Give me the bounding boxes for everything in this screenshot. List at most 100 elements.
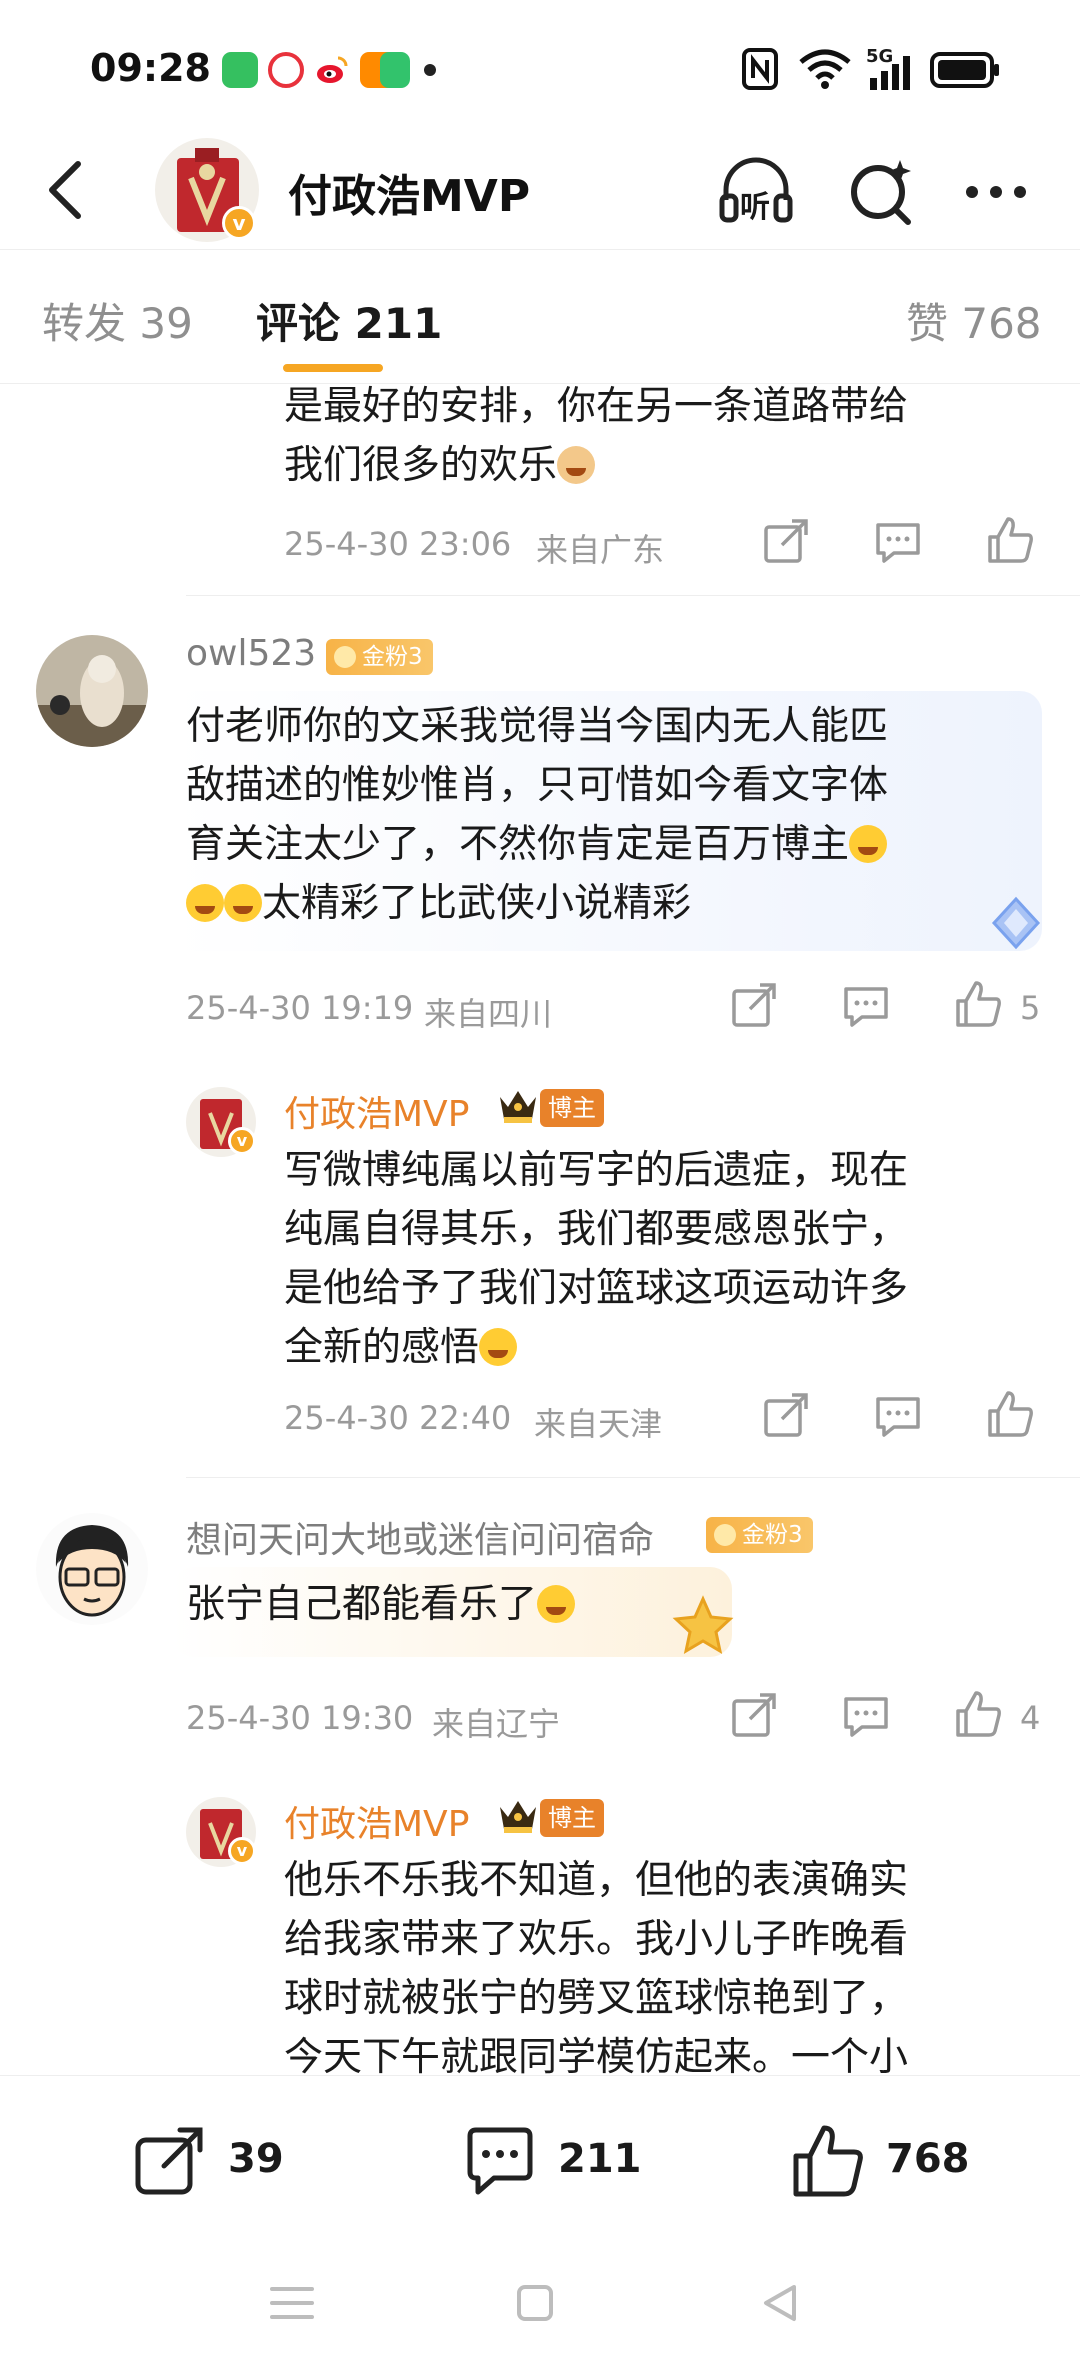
reply-icon[interactable]: [872, 515, 924, 567]
repost-icon: [135, 2127, 203, 2195]
share-icon[interactable]: [728, 979, 780, 1031]
share-icon[interactable]: [760, 1389, 812, 1441]
comment-line: 付老师你的文采我觉得当今国内无人能匹: [186, 704, 889, 749]
comment-location: 来自天津: [534, 1405, 663, 1443]
comment-text: 写微博纯属以前写字的后遗症，现在 纯属自得其乐，我们都要感恩张宁， 是他给予了我…: [284, 1141, 1044, 1377]
comment-line: 张宁自己都能看乐了: [186, 1582, 538, 1627]
comment-line: 是最好的安排，你在另一条道路带给: [284, 385, 909, 429]
back-nav-icon[interactable]: [750, 2273, 810, 2333]
comment-time: 25-4-30 23:06: [284, 525, 512, 563]
comment-text: 付老师你的文采我觉得当今国内无人能匹 敌描述的惟妙惟肖，只可惜如今看文字体 育关…: [186, 697, 1026, 933]
comment-username[interactable]: 想问天问大地或迷信问问宿命: [186, 1511, 654, 1563]
repost-count: 39: [228, 2136, 284, 2182]
crying-laugh-emoji-icon: [224, 884, 262, 922]
blogger-badge: 博主: [540, 1089, 604, 1127]
more-icon[interactable]: [956, 152, 1036, 232]
comment-line: 我们很多的欢乐: [284, 443, 558, 488]
tab-likes[interactable]: 赞 768: [906, 290, 1042, 351]
comment-time: 25-4-30 22:40: [284, 1399, 512, 1437]
system-navigation-bar: [0, 2235, 1080, 2373]
more-notifications-dot: [424, 64, 436, 76]
fan-level-badge: 金粉3: [706, 1517, 813, 1553]
comment-divider: [186, 595, 1080, 596]
comment-line: 纯属自得其乐，我们都要感恩张宁，: [284, 1207, 909, 1252]
share-icon[interactable]: [728, 1689, 780, 1741]
like-icon[interactable]: [984, 515, 1036, 567]
reply-icon[interactable]: [872, 1389, 924, 1441]
comment-line: 太精彩了比武侠小说精彩: [262, 881, 692, 926]
comment-line: 写微博纯属以前写字的后遗症，现在: [284, 1148, 909, 1193]
comment-line: 敌描述的惟妙惟肖，只可惜如今看文字体: [186, 763, 889, 808]
comment-line: 球时就被张宁的劈叉篮球惊艳到了，: [284, 1976, 909, 2021]
like-count: 5: [1020, 989, 1041, 1027]
battery-icon: [930, 52, 999, 88]
menu-icon[interactable]: [262, 2273, 322, 2333]
status-bar: 09:28 5G: [0, 0, 1080, 130]
comment-text: 他乐不乐我不知道，但他的表演确实 给我家带来了欢乐。我小儿子昨晚看 球时就被张宁…: [284, 1851, 1044, 2075]
signal-icon: [870, 56, 910, 90]
bottom-action-bar: 39 211 768: [0, 2075, 1080, 2235]
user-avatar[interactable]: [36, 1513, 148, 1625]
comment-line: 他乐不乐我不知道，但他的表演确实: [284, 1858, 909, 1903]
crying-laugh-emoji-icon: [849, 825, 888, 863]
like-icon[interactable]: [984, 1389, 1036, 1441]
comment-username[interactable]: 付政浩MVP: [284, 1795, 469, 1847]
verified-badge: v: [228, 1127, 256, 1155]
wechat-icon: [222, 52, 258, 88]
back-icon[interactable]: [36, 158, 96, 222]
user-avatar[interactable]: [36, 635, 148, 747]
comment-time: 25-4-30 19:30: [186, 1699, 414, 1737]
comment-divider: [186, 1477, 1080, 1478]
comment-button[interactable]: 211: [462, 2124, 662, 2195]
nfc-icon: [742, 48, 778, 90]
wifi-icon: [799, 49, 851, 89]
like-icon[interactable]: [952, 1689, 1004, 1741]
battery-app-icon: [380, 52, 410, 88]
comment-line: 育关注太少了，不然你肯定是百万博主: [186, 822, 850, 867]
header-title: 付政浩MVP: [288, 171, 531, 222]
comment-line: 全新的感悟: [284, 1325, 480, 1370]
like-icon[interactable]: [952, 979, 1004, 1031]
comment-username[interactable]: owl523: [186, 633, 316, 674]
like-button[interactable]: 768: [790, 2124, 990, 2197]
grinning-emoji-icon: [537, 1585, 576, 1623]
active-tab-indicator: [283, 364, 383, 372]
repost-button[interactable]: 39: [132, 2124, 292, 2195]
status-time: 09:28: [90, 46, 211, 90]
comment-time: 25-4-30 19:19: [186, 989, 414, 1027]
fan-level-badge: 金粉3: [326, 639, 433, 675]
search-icon[interactable]: [842, 152, 922, 232]
comment-list: 是最好的安排，你在另一条道路带给 我们很多的欢乐 25-4-30 23:06 来…: [0, 385, 1080, 2075]
like-count: 4: [1020, 1699, 1041, 1737]
comment-line: 是他给予了我们对篮球这项运动许多: [284, 1266, 909, 1311]
comment-location: 来自四川: [424, 995, 553, 1033]
comment-text: 张宁自己都能看乐了: [186, 1575, 1026, 1634]
crown-icon: [500, 1801, 536, 1833]
tab-bar: 转发 39 评论 211 赞 768: [0, 250, 1080, 384]
comment-location: 来自辽宁: [432, 1705, 561, 1743]
like-icon: [793, 2125, 863, 2197]
thinking-emoji-icon: [479, 1328, 518, 1366]
tab-comments[interactable]: 评论 211: [256, 290, 442, 351]
crying-laugh-emoji-icon: [186, 884, 224, 922]
blogger-badge: 博主: [540, 1799, 604, 1837]
reply-icon[interactable]: [840, 1689, 892, 1741]
comment-line: 给我家带来了欢乐。我小儿子昨晚看: [284, 1917, 909, 1962]
verified-badge: v: [228, 1837, 256, 1865]
tab-reposts[interactable]: 转发 39: [42, 290, 193, 351]
comment-username[interactable]: 付政浩MVP: [284, 1085, 469, 1137]
weibo-icon: [314, 52, 350, 88]
reply-icon[interactable]: [840, 979, 892, 1031]
crown-icon: [500, 1091, 536, 1123]
comment-text: 是最好的安排，你在另一条道路带给 我们很多的欢乐: [284, 385, 1044, 495]
like-count-total: 768: [886, 2136, 970, 2182]
comment-location: 来自广东: [536, 531, 665, 569]
clap-emoji-icon: [557, 446, 596, 484]
listen-button[interactable]: 听: [716, 152, 796, 232]
listen-label: 听: [740, 190, 770, 225]
home-icon[interactable]: [505, 2273, 565, 2333]
verified-badge: v: [222, 206, 256, 240]
comment-count: 211: [558, 2136, 642, 2182]
video-app-icon: [268, 52, 304, 88]
share-icon[interactable]: [760, 515, 812, 567]
